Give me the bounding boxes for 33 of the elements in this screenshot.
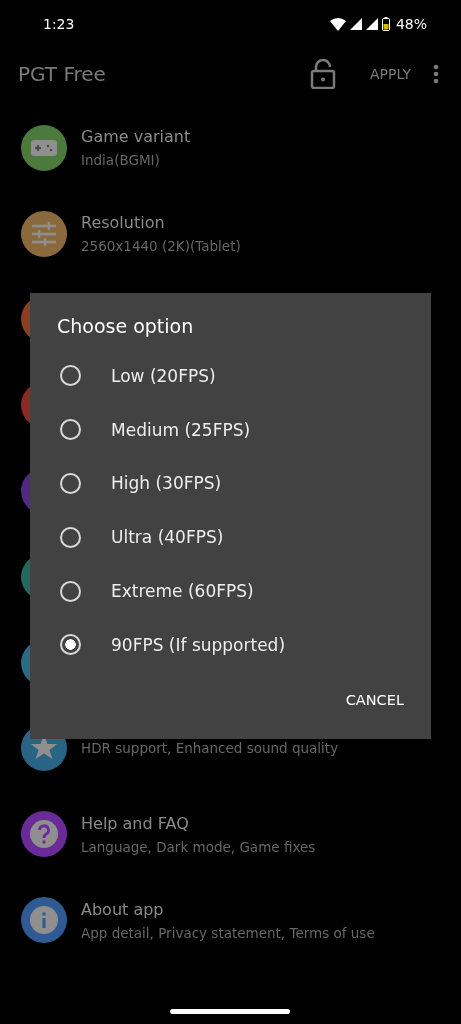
- option-label[interactable]: Medium (25FPS): [111, 419, 251, 440]
- option-label[interactable]: 90FPS (If supported): [111, 634, 286, 655]
- apply-button[interactable]: APPLY: [370, 62, 411, 86]
- radio-button[interactable]: [60, 634, 81, 656]
- setting-title: Game variant: [81, 127, 191, 147]
- option-label[interactable]: Extreme (60FPS): [111, 581, 254, 602]
- battery-percent: 48%: [395, 16, 427, 32]
- setting-title: Help and FAQ: [81, 813, 190, 833]
- radio-button[interactable]: [60, 473, 81, 494]
- option-label[interactable]: Ultra (40FPS): [111, 527, 224, 548]
- setting-subtitle: 2560x1440 (2K)(Tablet): [81, 238, 241, 255]
- cancel-button[interactable]: CANCEL: [345, 685, 404, 714]
- app-title: PGT Free: [18, 62, 107, 86]
- setting-subtitle: Language, Dark mode, Game fixes: [81, 838, 316, 855]
- signal-icon: [349, 18, 362, 30]
- signal-icon: [365, 18, 378, 30]
- wifi-icon: [329, 17, 346, 31]
- unlocked-padlock-icon[interactable]: [310, 59, 337, 89]
- option-label[interactable]: Low (20FPS): [111, 365, 216, 386]
- battery-icon: [381, 17, 390, 31]
- more-options-icon[interactable]: [433, 64, 439, 84]
- dialog-title: Choose option: [57, 315, 194, 339]
- option-label[interactable]: High (30FPS): [111, 473, 222, 494]
- radio-button[interactable]: [60, 419, 81, 441]
- radio-button[interactable]: [60, 526, 81, 548]
- setting-subtitle: India(BGMI): [81, 152, 161, 169]
- setting-subtitle: App detail, Privacy statement, Terms of use: [81, 924, 375, 941]
- radio-button[interactable]: [60, 580, 81, 602]
- status-time: 1:23: [43, 16, 75, 32]
- radio-button[interactable]: [60, 365, 81, 387]
- setting-title: About app: [81, 899, 165, 919]
- setting-title: Resolution: [81, 213, 166, 233]
- setting-subtitle: HDR support, Enhanced sound quality: [81, 740, 339, 757]
